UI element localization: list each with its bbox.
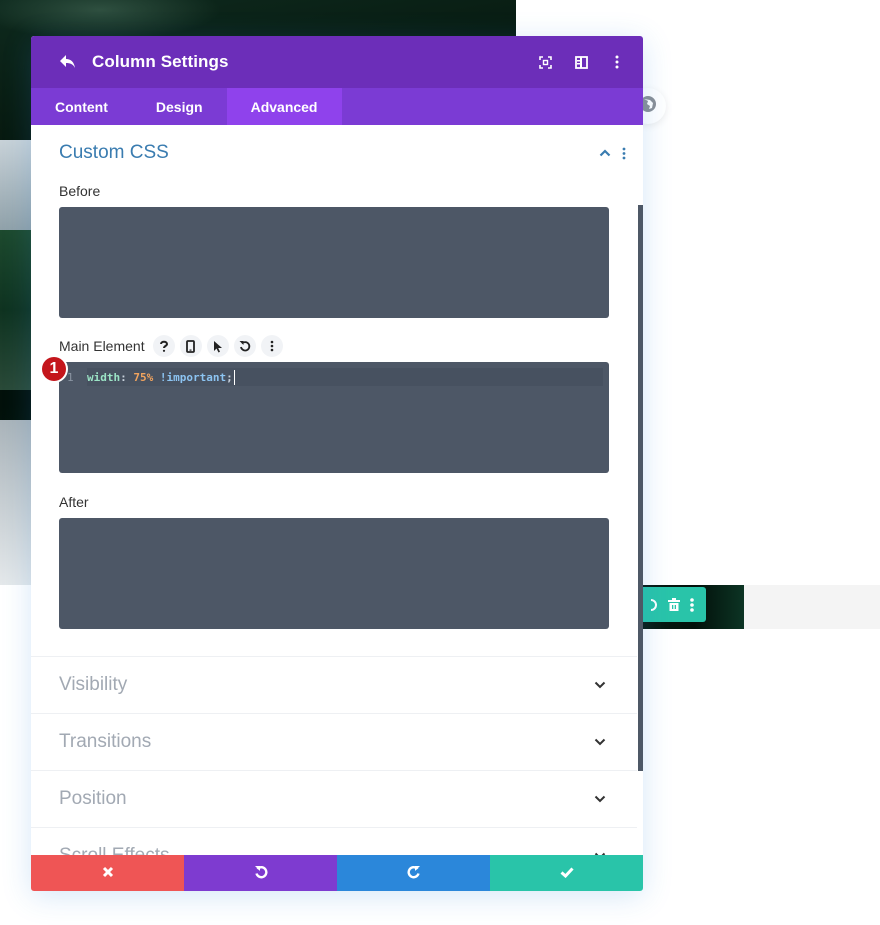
section-label: Visibility (59, 674, 128, 695)
field-label-text: Main Element (59, 338, 145, 354)
section-transitions[interactable]: Transitions (31, 713, 637, 770)
hover-pointer-icon[interactable] (206, 335, 229, 357)
close-icon (102, 866, 114, 881)
kebab-icon[interactable] (690, 597, 694, 612)
kebab-icon[interactable] (260, 335, 283, 357)
trash-icon[interactable] (668, 598, 680, 611)
tab-bar: Content Design Advanced (31, 88, 643, 125)
modal-body: Custom CSS Before Main Element 1 width:… (31, 125, 643, 855)
css-important: !important (159, 370, 227, 384)
tab-content[interactable]: Content (31, 88, 132, 125)
section-scroll-effects[interactable]: Scroll Effects (31, 827, 637, 855)
tab-design[interactable]: Design (132, 88, 227, 125)
line-number: 1 (67, 370, 74, 384)
split-view-icon[interactable] (573, 54, 589, 70)
scrollbar[interactable] (638, 205, 643, 771)
code-line: 1 width: 75% !important; (67, 368, 603, 386)
main-element-label: Main Element (31, 335, 643, 357)
modal-footer (31, 855, 643, 891)
modal-header: Column Settings (31, 36, 643, 88)
css-value: 75% (133, 370, 154, 384)
before-label: Before (31, 181, 643, 201)
kebab-icon[interactable] (609, 54, 625, 70)
css-colon: : (120, 370, 127, 384)
undo-button[interactable] (184, 855, 337, 891)
css-property: width (87, 370, 121, 384)
back-icon[interactable] (59, 52, 79, 72)
checkmark-icon (560, 866, 574, 881)
redo-button[interactable] (337, 855, 490, 891)
css-semicolon: ; (226, 370, 233, 384)
section-position[interactable]: Position (31, 770, 637, 827)
modal-title: Column Settings (92, 52, 229, 71)
chevron-down-icon[interactable] (592, 795, 608, 803)
mobile-icon[interactable] (179, 335, 202, 357)
save-button[interactable] (490, 855, 643, 891)
help-icon[interactable] (152, 335, 175, 357)
page: Column Settings Content Design Advanced (0, 0, 880, 925)
fullscreen-icon[interactable] (537, 54, 553, 70)
before-css-editor[interactable] (59, 207, 609, 318)
column-settings-modal: Column Settings Content Design Advanced (31, 36, 643, 891)
section-label: Transitions (59, 731, 152, 752)
after-label: After (31, 492, 643, 512)
text-caret (233, 369, 235, 385)
chevron-down-icon[interactable] (592, 681, 608, 689)
row-background-gray (744, 585, 880, 629)
after-css-editor[interactable] (59, 518, 609, 629)
main-element-css-editor[interactable]: 1 width: 75% !important; (59, 362, 609, 473)
section-label: Position (59, 788, 127, 809)
settings-icon[interactable] (650, 598, 658, 612)
redo-icon (406, 865, 421, 882)
field-label-text: After (59, 494, 89, 510)
chevron-up-icon[interactable] (597, 149, 613, 157)
kebab-icon[interactable] (621, 147, 627, 160)
field-label-text: Before (59, 183, 101, 199)
section-visibility[interactable]: Visibility (31, 656, 637, 713)
chevron-down-icon[interactable] (592, 738, 608, 746)
tab-advanced[interactable]: Advanced (226, 88, 342, 125)
section-label: Scroll Effects (59, 845, 592, 855)
undo-icon (254, 865, 268, 882)
reset-icon[interactable] (233, 335, 256, 357)
annotation-badge: 1 (42, 357, 66, 381)
section-title: Custom CSS (59, 142, 169, 163)
custom-css-header[interactable]: Custom CSS (31, 125, 643, 181)
cancel-button[interactable] (31, 855, 184, 891)
